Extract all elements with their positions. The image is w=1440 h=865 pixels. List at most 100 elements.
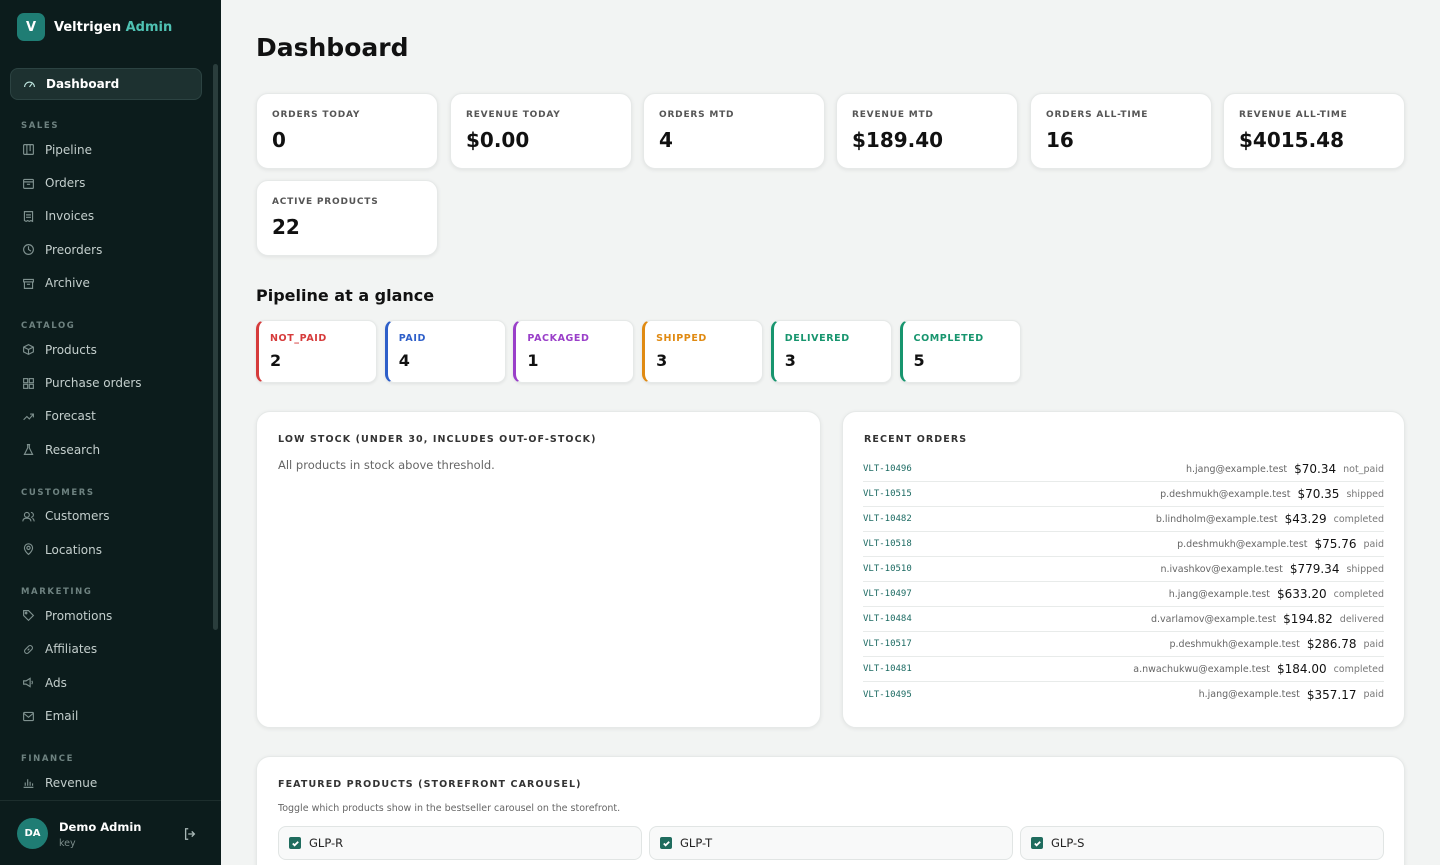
grid-icon xyxy=(21,376,35,390)
order-id[interactable]: VLT-10517 xyxy=(863,639,1169,649)
order-id[interactable]: VLT-10497 xyxy=(863,589,1169,599)
page-title: Dashboard xyxy=(256,33,409,62)
sidebar-item-affiliates[interactable]: Affiliates xyxy=(0,633,221,666)
pipeline-stage-shipped[interactable]: SHIPPED 3 xyxy=(642,320,764,383)
recent-orders-card: RECENT ORDERS VLT-10496 h.jang@example.te… xyxy=(842,411,1405,728)
sidebar-item-locations[interactable]: Locations xyxy=(0,533,221,566)
sidebar-item-products[interactable]: Products xyxy=(0,333,221,366)
stat-card: REVENUE TODAY $0.00 xyxy=(450,93,632,169)
sidebar-item-preorders[interactable]: Preorders xyxy=(0,233,221,266)
sidebar-item-purchase-orders[interactable]: Purchase orders xyxy=(0,366,221,399)
logout-icon[interactable] xyxy=(183,826,197,845)
checkbox-checked-icon[interactable] xyxy=(660,837,672,849)
sidebar-item-label: Ads xyxy=(45,675,67,690)
order-row[interactable]: VLT-10481 a.nwachukwu@example.test $184.00… xyxy=(863,657,1384,682)
order-row[interactable]: VLT-10510 n.ivashkov@example.test $779.34 s… xyxy=(863,557,1384,582)
sidebar-item-invoices[interactable]: Invoices xyxy=(0,200,221,233)
sidebar-item-orders[interactable]: Orders xyxy=(0,166,221,199)
stat-label: ORDERS ALL-TIME xyxy=(1046,110,1149,120)
order-id[interactable]: VLT-10484 xyxy=(863,614,1151,624)
avatar[interactable]: DA xyxy=(17,818,48,849)
sidebar-item-customers[interactable]: Customers xyxy=(0,500,221,533)
stat-label: ACTIVE PRODUCTS xyxy=(272,197,379,207)
stat-value: 0 xyxy=(272,128,286,152)
sidebar: V Veltrigen Admin Dashboard SALES Pipeline… xyxy=(0,0,221,865)
user-name: Demo Admin xyxy=(59,820,142,834)
sidebar-item-label: Archive xyxy=(45,276,90,291)
sidebar-section-catalog: CATALOG xyxy=(21,320,76,331)
featured-product-label: GLP-S xyxy=(1051,836,1085,850)
sidebar-item-dashboard[interactable]: Dashboard xyxy=(10,68,202,100)
tag-icon xyxy=(21,609,35,623)
stat-value: $4015.48 xyxy=(1239,128,1345,152)
order-row[interactable]: VLT-10515 p.deshmukh@example.test $70.35 sh… xyxy=(863,482,1384,507)
sidebar-nav: Dashboard SALES Pipeline Orders Invoices Preo… xyxy=(0,68,221,799)
featured-product-toggle[interactable]: GLP-R xyxy=(278,826,642,860)
featured-card: FEATURED PRODUCTS (STOREFRONT CAROUSEL) … xyxy=(256,756,1405,865)
order-row[interactable]: VLT-10482 b.lindholm@example.test $43.29 co… xyxy=(863,507,1384,532)
stat-label: REVENUE MTD xyxy=(852,110,934,120)
sidebar-item-pipeline[interactable]: Pipeline xyxy=(0,133,221,166)
order-status: completed xyxy=(1333,588,1384,600)
pipeline-stage-label: PACKAGED xyxy=(527,333,590,344)
featured-subtitle: Toggle which products show in the bestse… xyxy=(278,803,621,814)
bar-chart-icon xyxy=(21,776,35,790)
sidebar-item-promotions[interactable]: Promotions xyxy=(0,599,221,632)
box-icon xyxy=(21,176,35,190)
flask-icon xyxy=(21,443,35,457)
pipeline-stage-count: 3 xyxy=(784,351,796,370)
sidebar-item-label: Preorders xyxy=(45,242,103,257)
order-id[interactable]: VLT-10495 xyxy=(863,690,1199,700)
brand[interactable]: V Veltrigen Admin xyxy=(17,13,172,41)
order-id[interactable]: VLT-10510 xyxy=(863,564,1160,574)
order-row[interactable]: VLT-10484 d.varlamov@example.test $194.82 d… xyxy=(863,607,1384,632)
sidebar-item-label: Promotions xyxy=(45,608,113,623)
pipeline-stage-paid[interactable]: PAID 4 xyxy=(384,320,506,383)
pipeline-stage-delivered[interactable]: DELIVERED 3 xyxy=(770,320,892,383)
stat-label: REVENUE TODAY xyxy=(466,110,561,120)
gauge-icon xyxy=(22,77,36,91)
stat-label: ORDERS MTD xyxy=(659,110,735,120)
sidebar-item-email[interactable]: Email xyxy=(0,699,221,732)
order-amount: $633.20 xyxy=(1276,587,1327,601)
order-row[interactable]: VLT-10518 p.deshmukh@example.test $75.76 pa… xyxy=(863,532,1384,557)
order-email: p.deshmukh@example.test xyxy=(1160,488,1291,500)
featured-product-label: GLP-R xyxy=(309,836,344,850)
stat-card: REVENUE MTD $189.40 xyxy=(836,93,1018,169)
sidebar-section-sales: SALES xyxy=(21,121,60,131)
order-row[interactable]: VLT-10496 h.jang@example.test $70.34 not_pa… xyxy=(863,457,1384,482)
order-status: not_paid xyxy=(1343,463,1384,475)
checkbox-checked-icon[interactable] xyxy=(289,837,301,849)
order-id[interactable]: VLT-10496 xyxy=(863,464,1186,474)
sidebar-item-research[interactable]: Research xyxy=(0,433,221,466)
low-stock-card: LOW STOCK (UNDER 30, INCLUDES OUT-OF-STO… xyxy=(256,411,821,728)
order-row[interactable]: VLT-10517 p.deshmukh@example.test $286.78 p… xyxy=(863,632,1384,657)
pipeline-stage-packaged[interactable]: PACKAGED 1 xyxy=(513,320,635,383)
order-id[interactable]: VLT-10482 xyxy=(863,514,1156,524)
sidebar-item-revenue[interactable]: Revenue xyxy=(0,766,221,799)
checkbox-checked-icon[interactable] xyxy=(1031,837,1043,849)
featured-product-toggle[interactable]: GLP-S xyxy=(1020,826,1384,860)
featured-product-toggle[interactable]: GLP-T xyxy=(649,826,1013,860)
featured-product-label: GLP-T xyxy=(680,836,713,850)
order-email: b.lindholm@example.test xyxy=(1155,513,1278,525)
low-stock-title: LOW STOCK (UNDER 30, INCLUDES OUT-OF-STO… xyxy=(278,434,597,445)
order-row[interactable]: VLT-10497 h.jang@example.test $633.20 compl… xyxy=(863,582,1384,607)
order-id[interactable]: VLT-10481 xyxy=(863,664,1133,674)
sidebar-item-archive[interactable]: Archive xyxy=(0,267,221,300)
sidebar-section-customers: CUSTOMERS xyxy=(21,487,95,498)
pipeline-stage-not-paid[interactable]: NOT_PAID 2 xyxy=(256,320,377,383)
order-id[interactable]: VLT-10515 xyxy=(863,489,1160,499)
clock-icon xyxy=(21,243,35,257)
sidebar-scrollbar[interactable] xyxy=(213,64,218,630)
sidebar-item-label: Products xyxy=(45,342,97,357)
sidebar-item-ads[interactable]: Ads xyxy=(0,666,221,699)
users-icon xyxy=(21,509,35,523)
sidebar-item-forecast[interactable]: Forecast xyxy=(0,400,221,433)
order-amount: $194.82 xyxy=(1283,612,1333,626)
order-amount: $43.29 xyxy=(1284,512,1327,526)
order-row[interactable]: VLT-10495 h.jang@example.test $357.17 paid xyxy=(863,682,1384,707)
pipeline-stage-label: DELIVERED xyxy=(784,333,850,344)
order-id[interactable]: VLT-10518 xyxy=(863,539,1177,549)
pipeline-stage-completed[interactable]: COMPLETED 5 xyxy=(899,320,1021,383)
